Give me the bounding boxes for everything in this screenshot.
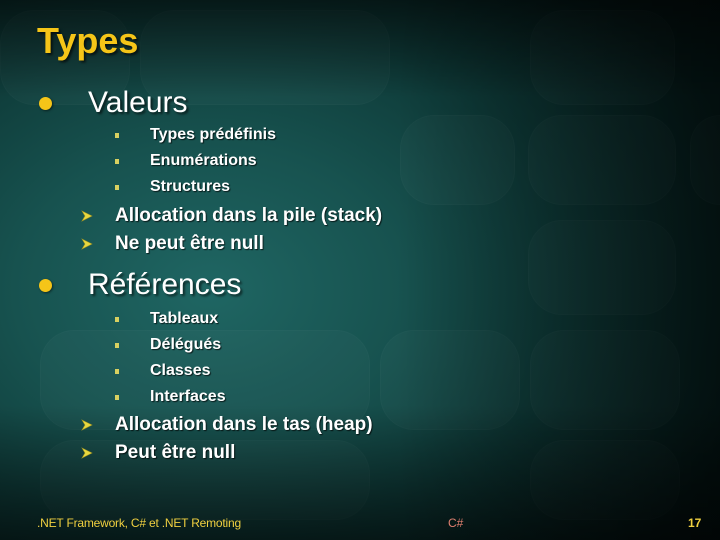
list-item: Enumérations (115, 152, 257, 170)
list-item: Types prédéfinis (115, 126, 276, 144)
background-tile (530, 440, 680, 520)
background-tile (530, 330, 680, 430)
property-label: Peut être null (115, 442, 236, 463)
yellow-arrow-icon (81, 419, 93, 431)
section-label: Références (88, 268, 242, 301)
background-tile (530, 10, 675, 105)
footer-course-title: .NET Framework, C# et .NET Remoting (37, 516, 241, 530)
section-valeurs: Valeurs (34, 86, 188, 120)
list-item-label: Tableaux (150, 310, 219, 327)
yellow-arrow-icon (81, 447, 93, 459)
list-item: Tableaux (115, 310, 218, 328)
list-item: Interfaces (115, 388, 226, 406)
property-label: Allocation dans le tas (heap) (115, 414, 373, 435)
list-item: Délégués (115, 336, 221, 354)
yellow-arrow-icon (81, 210, 93, 222)
list-item-label: Enumérations (150, 152, 257, 169)
list-item: Classes (115, 362, 211, 380)
property-item: Allocation dans la pile (stack) (81, 205, 382, 227)
section-references: Références (34, 268, 241, 302)
list-item-label: Structures (150, 178, 231, 195)
yellow-arrow-icon (81, 238, 93, 250)
list-item-label: Types prédéfinis (150, 126, 276, 143)
yellow-dot-icon (39, 278, 52, 292)
list-item-label: Délégués (150, 336, 222, 353)
footer-topic: C# (448, 516, 464, 530)
yellow-square-icon (115, 394, 119, 400)
page-number: 17 (688, 516, 702, 530)
slide-title: Types (37, 20, 139, 61)
background-tile (400, 115, 515, 205)
property-label: Allocation dans la pile (stack) (115, 205, 383, 226)
list-item-label: Interfaces (150, 388, 226, 405)
background-tile (690, 115, 720, 205)
list-item: Structures (115, 178, 230, 196)
property-item: Peut être null (81, 442, 235, 464)
yellow-square-icon (115, 158, 119, 164)
background-tile (528, 115, 676, 205)
yellow-square-icon (115, 342, 119, 348)
property-item: Ne peut être null (81, 233, 264, 255)
property-item: Allocation dans le tas (heap) (81, 414, 373, 436)
yellow-square-icon (115, 368, 119, 374)
yellow-square-icon (115, 132, 119, 138)
section-label: Valeurs (88, 86, 188, 119)
background-tile (528, 220, 676, 315)
yellow-square-icon (115, 316, 119, 322)
background-tile (380, 330, 520, 430)
yellow-dot-icon (39, 96, 52, 110)
list-item-label: Classes (150, 362, 211, 379)
property-label: Ne peut être null (115, 233, 264, 254)
yellow-square-icon (115, 184, 119, 190)
